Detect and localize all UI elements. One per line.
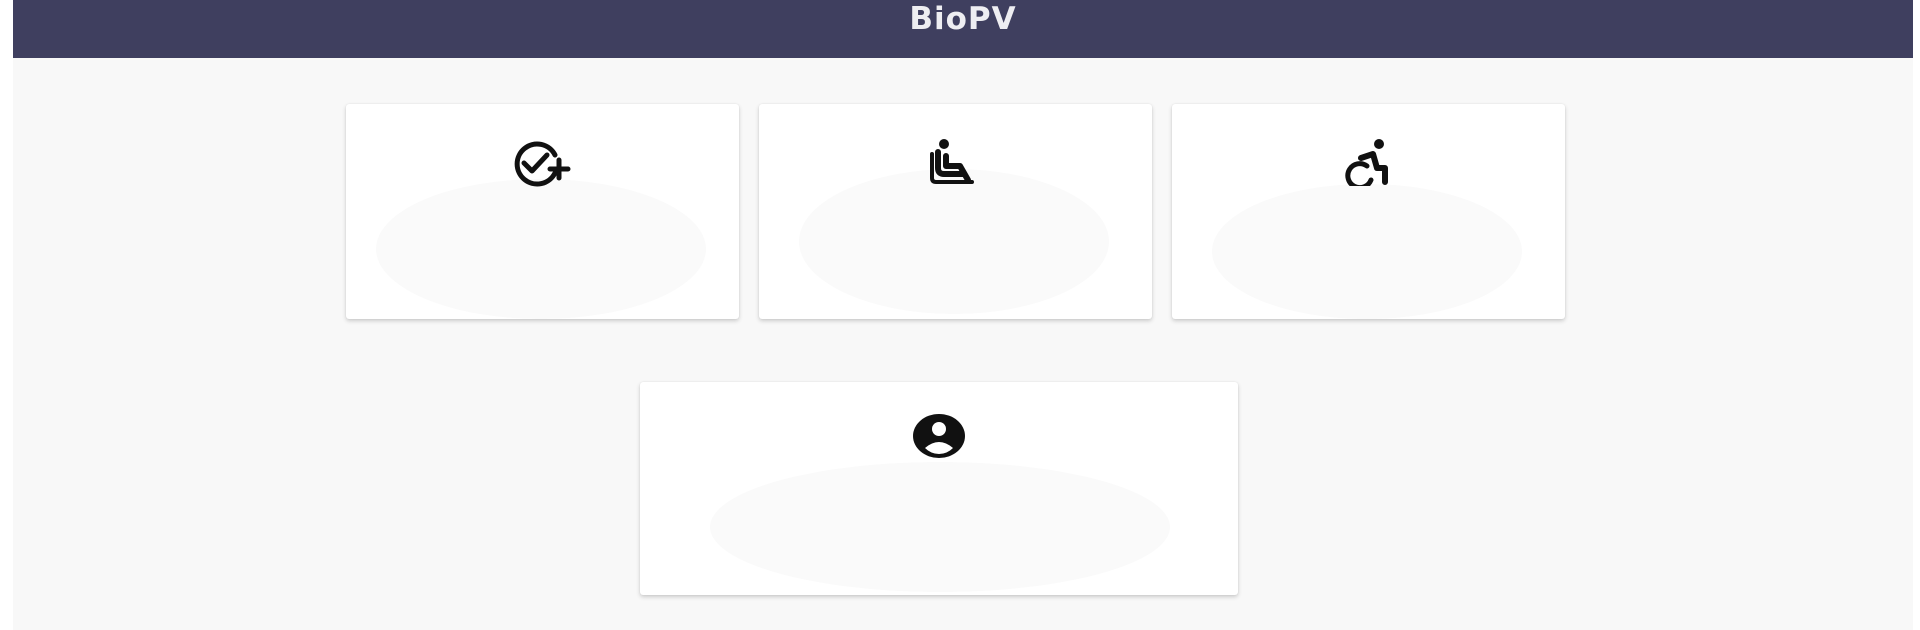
action-card-check-in[interactable] (346, 104, 739, 319)
wheelchair-accessible-icon (1337, 138, 1401, 191)
seated-person-icon (924, 138, 988, 191)
check-circle-plus-icon (511, 139, 575, 192)
app-title: BioPV (909, 1, 1017, 37)
card-ripple (1212, 184, 1522, 319)
card-ripple (710, 462, 1170, 592)
action-card-profile[interactable] (640, 382, 1238, 595)
card-ripple (376, 179, 706, 319)
action-card-accessibility[interactable] (1172, 104, 1565, 319)
app-window: BioPV (13, 0, 1913, 630)
action-card-seated[interactable] (759, 104, 1152, 319)
top-app-bar: BioPV (13, 0, 1913, 58)
account-circle-icon (911, 412, 967, 465)
